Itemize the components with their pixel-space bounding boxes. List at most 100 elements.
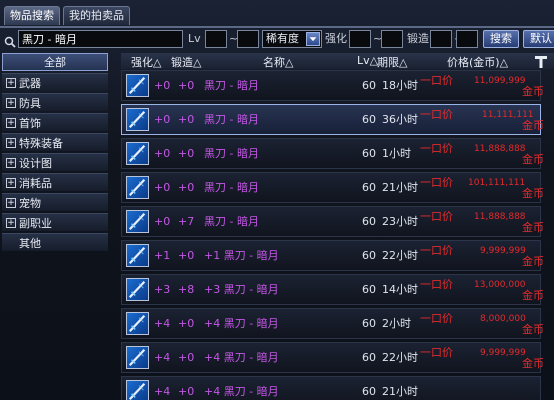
forge-value: +0 (178, 181, 195, 194)
rarity-select[interactable]: 稀有度 (262, 30, 322, 48)
category-all[interactable]: 全部 (2, 53, 108, 71)
category-consumable[interactable]: + 消耗品 (2, 173, 108, 191)
table-row[interactable]: +1 +0 +1 黑刀 - 暗月 60 22小时 一口价 9,999,999 金… (121, 240, 544, 271)
forge-value: +0 (178, 79, 195, 92)
column-header-name[interactable]: 名称△ (263, 54, 293, 70)
category-label: 副职业 (19, 216, 52, 230)
time-left: 18小时 (382, 79, 418, 92)
category-other[interactable]: 其他 (2, 233, 108, 251)
lv-max-input[interactable] (237, 30, 259, 48)
column-header-forge[interactable]: 锻造△ (171, 54, 201, 70)
enhance-value: +4 (154, 317, 171, 330)
time-left: 2小时 (382, 317, 411, 330)
chevron-down-icon (306, 32, 320, 46)
sword-icon (126, 244, 149, 267)
category-blueprint[interactable]: + 设计图 (2, 153, 108, 171)
enhance-value: +4 (154, 385, 171, 398)
expand-plus-icon[interactable]: + (6, 97, 16, 108)
sword-icon (126, 74, 149, 97)
column-header-time[interactable]: 期限△ (377, 54, 407, 70)
category-label: 消耗品 (19, 176, 52, 190)
table-row[interactable]: +0 +0 黑刀 - 暗月 60 1小时 一口价 11,888,888 金币 (121, 138, 544, 169)
item-level: 60 (362, 147, 376, 160)
forge-label: 锻造 (407, 32, 429, 45)
price-value: 13,000,000 (474, 280, 526, 290)
time-left: 14小时 (382, 283, 418, 296)
currency-label: 金币 (522, 221, 544, 234)
item-name: +4 黑刀 - 暗月 (204, 317, 279, 330)
sword-icon (126, 312, 149, 335)
item-level: 60 (362, 385, 376, 398)
table-row[interactable]: +0 +0 黑刀 - 暗月 60 36小时 一口价 11,111,111 金币 (121, 104, 544, 135)
currency-label: 金币 (522, 187, 544, 200)
table-row[interactable]: +0 +0 黑刀 - 暗月 60 21小时 一口价 101,111,111 金币 (121, 172, 544, 203)
expand-plus-icon[interactable]: + (6, 197, 16, 208)
time-left: 36小时 (382, 113, 418, 126)
search-input[interactable] (18, 30, 183, 48)
table-row[interactable]: +0 +0 黑刀 - 暗月 60 18小时 一口价 11,099,999 金币 (121, 70, 544, 101)
currency-label: 金币 (522, 119, 544, 132)
pin-icon[interactable] (534, 55, 548, 69)
expand-plus-icon[interactable]: + (6, 117, 16, 128)
enhance-value: +0 (154, 181, 171, 194)
category-jewelry[interactable]: + 首饰 (2, 113, 108, 131)
tab-item-search[interactable]: 物品搜索 (4, 6, 60, 25)
forge-value: +0 (178, 385, 195, 398)
enhance-value: +0 (154, 113, 171, 126)
sword-icon (126, 142, 149, 165)
table-row[interactable]: +4 +0 +4 黑刀 - 暗月 60 22小时 一口价 9,999,999 金… (121, 342, 544, 373)
tab-my-auctions[interactable]: 我的拍卖品 (63, 6, 130, 25)
currency-label: 金币 (522, 153, 544, 166)
rarity-select-value: 稀有度 (266, 32, 299, 45)
category-armor[interactable]: + 防具 (2, 93, 108, 111)
search-bar: Lv ~ 稀有度 强化 ~ 锻造 ~ 搜索 默认 (2, 30, 554, 50)
item-level: 60 (362, 79, 376, 92)
expand-plus-icon[interactable]: + (6, 177, 16, 188)
category-label: 宠物 (19, 196, 41, 210)
price-value: 9,999,999 (480, 348, 526, 358)
forge-max-input[interactable] (456, 30, 478, 48)
expand-plus-icon[interactable]: + (6, 217, 16, 228)
buyout-label: 一口价 (420, 312, 453, 325)
category-label: 武器 (19, 76, 41, 90)
default-button[interactable]: 默认 (523, 30, 554, 48)
enhance-min-input[interactable] (349, 30, 371, 48)
expand-plus-icon[interactable]: + (6, 77, 16, 88)
item-level: 60 (362, 351, 376, 364)
enhance-max-input[interactable] (381, 30, 403, 48)
sword-icon (126, 278, 149, 301)
lv-min-input[interactable] (205, 30, 227, 48)
buyout-label: 一口价 (420, 176, 453, 189)
table-row[interactable]: +4 +0 +4 黑刀 - 暗月 60 21小时 (121, 376, 541, 400)
price-value: 11,888,888 (474, 212, 526, 222)
item-name: +4 黑刀 - 暗月 (204, 351, 279, 364)
category-special-equipment[interactable]: + 特殊装备 (2, 133, 108, 151)
buyout-label: 一口价 (420, 210, 453, 223)
results-header: 强化△ 锻造△ 名称△ Lv△ 期限△ 价格(金币)△ (121, 53, 554, 69)
currency-label: 金币 (522, 85, 544, 98)
buyout-label: 一口价 (420, 142, 453, 155)
category-sub-profession[interactable]: + 副职业 (2, 213, 108, 231)
table-row[interactable]: +4 +0 +4 黑刀 - 暗月 60 2小时 一口价 8,000,000 金币 (121, 308, 544, 339)
expand-plus-icon[interactable]: + (6, 157, 16, 168)
sword-icon (126, 176, 149, 199)
category-label: 防具 (19, 96, 41, 110)
forge-value: +0 (178, 351, 195, 364)
buyout-label: 一口价 (420, 278, 453, 291)
category-weapon[interactable]: + 武器 (2, 73, 108, 91)
enhance-value: +4 (154, 351, 171, 364)
column-header-lv[interactable]: Lv△ (357, 54, 378, 67)
column-header-price[interactable]: 价格(金币)△ (447, 54, 508, 70)
expand-plus-icon[interactable]: + (6, 137, 16, 148)
table-row[interactable]: +3 +8 +3 黑刀 - 暗月 60 14小时 一口价 13,000,000 … (121, 274, 544, 305)
forge-value: +0 (178, 249, 195, 262)
currency-label: 金币 (522, 357, 544, 370)
forge-min-input[interactable] (430, 30, 452, 48)
search-button[interactable]: 搜索 (483, 30, 519, 48)
forge-value: +0 (178, 317, 195, 330)
table-row[interactable]: +0 +7 黑刀 - 暗月 60 23小时 一口价 11,888,888 金币 (121, 206, 544, 237)
category-pet[interactable]: + 宠物 (2, 193, 108, 211)
category-label: 特殊装备 (19, 136, 63, 150)
time-left: 21小时 (382, 181, 418, 194)
column-header-enhance[interactable]: 强化△ (131, 54, 161, 70)
